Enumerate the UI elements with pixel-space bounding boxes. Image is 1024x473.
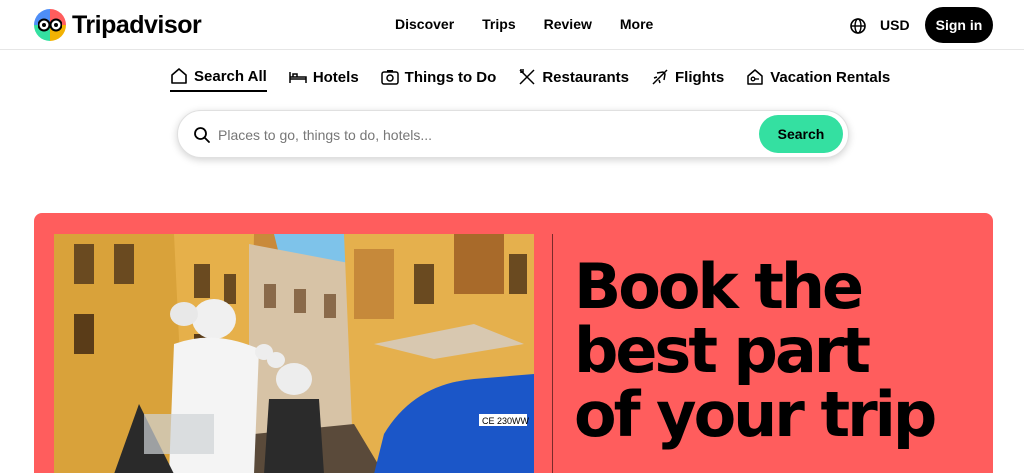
category-tabs: Search All Hotels Things to Do Restauran… — [170, 62, 912, 94]
tab-label: Hotels — [312, 68, 359, 86]
top-nav: Discover Trips Review More — [381, 14, 667, 34]
house-key-icon — [747, 69, 763, 85]
tripadvisor-logo[interactable]: Tripadvisor — [34, 8, 202, 42]
search-icon — [194, 127, 210, 143]
top-header: Tripadvisor Discover Trips Review More U… — [0, 0, 1024, 50]
tab-restaurants[interactable]: Restaurants — [518, 62, 629, 92]
nav-more[interactable]: More — [606, 14, 667, 34]
nav-review[interactable]: Review — [530, 14, 606, 34]
license-plate-text: CE 230WW — [482, 416, 530, 426]
tab-label: Search All — [194, 67, 267, 85]
tab-label: Vacation Rentals — [770, 68, 891, 86]
tab-hotels[interactable]: Hotels — [289, 62, 359, 92]
camera-icon — [380, 70, 399, 85]
tab-label: Flights — [675, 68, 725, 86]
bed-icon — [289, 72, 307, 83]
headline-line: best part — [574, 314, 871, 387]
tab-flights[interactable]: Flights — [651, 62, 724, 92]
tab-things-to-do[interactable]: Things to Do — [380, 62, 497, 92]
search-button[interactable]: Search — [759, 115, 843, 153]
nav-discover[interactable]: Discover — [381, 14, 468, 34]
headline-line: of your trip — [574, 378, 937, 451]
search-bar: Search — [177, 110, 849, 158]
hero-banner: CE 230WW Book the best part of your trip — [34, 213, 993, 473]
nav-trips[interactable]: Trips — [468, 14, 529, 34]
home-icon — [171, 68, 187, 84]
plane-icon — [652, 69, 668, 85]
currency-selector[interactable]: USD — [880, 17, 910, 33]
headline-line: Book the — [574, 250, 864, 323]
globe-icon[interactable] — [848, 16, 868, 36]
tab-search-all[interactable]: Search All — [170, 62, 267, 92]
tab-label: Things to Do — [404, 68, 497, 86]
tab-label: Restaurants — [542, 68, 630, 86]
sign-in-button[interactable]: Sign in — [925, 7, 993, 43]
tab-vacation-rentals[interactable]: Vacation Rentals — [746, 62, 890, 92]
hero-photo: CE 230WW — [54, 234, 534, 473]
rome-street-scooters-image: CE 230WW — [54, 234, 534, 473]
search-input[interactable] — [218, 123, 748, 147]
utensils-icon — [519, 69, 535, 85]
owl-logo-icon — [34, 9, 66, 41]
logo-text: Tripadvisor — [72, 10, 202, 39]
hero-headline: Book the best part of your trip — [574, 250, 937, 451]
hero-divider — [552, 234, 553, 473]
